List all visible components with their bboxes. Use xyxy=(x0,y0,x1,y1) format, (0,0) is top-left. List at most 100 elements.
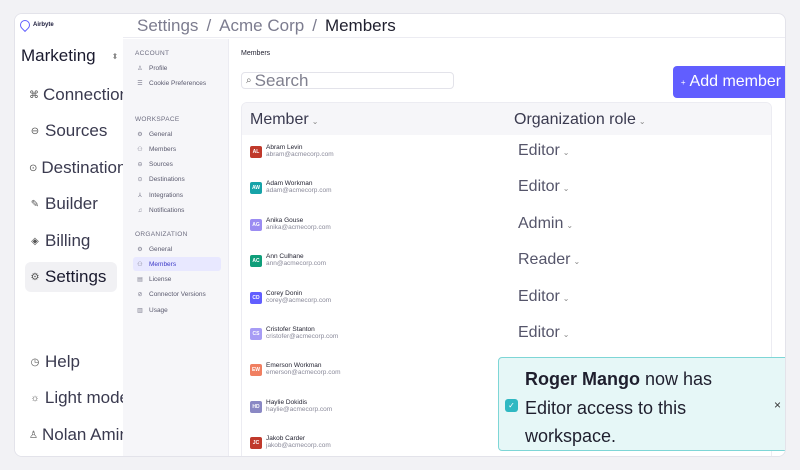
role-dropdown[interactable]: Reader⌄ xyxy=(518,251,580,269)
column-role-label: Organization role xyxy=(514,111,636,128)
role-dropdown[interactable]: Admin ⌄ xyxy=(518,215,573,233)
add-member-label: Add member xyxy=(689,73,782,90)
settings-item-license[interactable]: ▤ License xyxy=(133,273,221,287)
settings-section-heading: ORGANIZATION xyxy=(135,231,188,238)
table-row: CD Corey Donin corey@acmecorp.com Editor ⌄ xyxy=(242,281,771,318)
gear-icon: ⚙ xyxy=(137,246,143,253)
role-label: Editor xyxy=(518,178,560,196)
role-dropdown[interactable]: Editor ⌄ xyxy=(518,142,570,160)
settings-item-notifications[interactable]: ♫ Notifications xyxy=(133,204,221,218)
breadcrumb-org[interactable]: Acme Corp xyxy=(219,16,304,36)
table-row: AC Ann Culhane ann@acmecorp.com Reader ⌄ xyxy=(242,244,771,281)
settings-section-heading: WORKSPACE xyxy=(135,116,180,123)
role-label: Editor xyxy=(518,324,560,341)
add-member-button[interactable]: + Add member xyxy=(673,66,785,98)
sidebar-item-sources[interactable]: ⊖ Sources xyxy=(25,116,117,146)
settings-item-profile[interactable]: ♙ Profile xyxy=(133,61,221,75)
role-dropdown[interactable]: Editor ⌄ xyxy=(518,288,570,306)
role-label: Editor xyxy=(518,287,560,305)
sun-icon: ☼ xyxy=(30,392,40,404)
chevron-down-icon: ⌄ xyxy=(566,220,574,230)
settings-item-label: Destinations xyxy=(149,176,185,184)
airbyte-logo[interactable]: Airbyte xyxy=(17,17,54,33)
search-box[interactable]: ⌕ xyxy=(241,72,454,89)
sidebar-item-settings[interactable]: ⚙ Settings xyxy=(25,262,117,292)
avatar: AL xyxy=(250,146,262,158)
primary-sidebar: Airbyte Marketing ⬍ ⌘ Connections ⊖ Sources ⊙… xyxy=(15,14,148,456)
avatar: CS xyxy=(250,328,262,340)
settings-item-general[interactable]: ⚙ General xyxy=(133,127,221,141)
settings-item-general[interactable]: ⚙ General xyxy=(133,242,221,256)
search-input[interactable] xyxy=(254,73,435,88)
connections-icon: ⌘ xyxy=(29,89,39,101)
settings-item-cookie-preferences[interactable]: ☰ Cookie Preferences xyxy=(133,76,221,90)
license-icon: ▤ xyxy=(137,277,143,284)
settings-item-label: Profile xyxy=(149,64,168,72)
chevron-down-icon: ⌄ xyxy=(562,330,570,339)
settings-item-destinations[interactable]: ⊙ Destinations xyxy=(133,173,221,187)
sidebar-item-connections[interactable]: ⌘ Connections xyxy=(25,80,138,110)
members-icon: ⚇ xyxy=(137,146,143,153)
member-name: Corey Donin xyxy=(266,289,303,297)
logo-text: Airbyte xyxy=(33,22,54,28)
avatar: HD xyxy=(250,400,262,413)
member-name: Cristofer Stanton xyxy=(266,326,315,333)
role-dropdown[interactable]: Editor ⌄ xyxy=(518,324,570,342)
chevron-down-icon: ⌄ xyxy=(562,148,570,157)
member-email: anika@acmecorp.com xyxy=(266,223,331,231)
member-email: adam@acmecorp.com xyxy=(266,187,332,195)
settings-item-integrations[interactable]: ⅄ Integrations xyxy=(133,188,221,202)
close-icon[interactable]: × xyxy=(774,398,781,412)
chevron-down-icon: ⌄ xyxy=(573,257,581,267)
user-icon: ♙ xyxy=(29,429,38,441)
workspace-name: Marketing xyxy=(21,46,96,65)
settings-item-usage[interactable]: ▥ Usage xyxy=(133,303,221,317)
member-name: Adam Workman xyxy=(266,180,313,188)
column-member[interactable]: Member ⌄ xyxy=(250,111,318,129)
table-header: Member ⌄ Organization role ⌄ xyxy=(242,103,771,135)
sources-icon: ⊖ xyxy=(137,162,143,169)
sidebar-bottom-nolan-aminoff[interactable]: ♙ Nolan Aminoff xyxy=(25,420,148,450)
plus-icon: + xyxy=(680,77,686,87)
builder-icon: ✎ xyxy=(30,198,40,210)
billing-icon: ◈ xyxy=(31,235,39,247)
member-email: jakob@acmecorp.com xyxy=(266,442,331,450)
settings-item-members[interactable]: ⚇ Members xyxy=(133,257,221,272)
member-email: ann@acmecorp.com xyxy=(266,260,327,268)
breadcrumb-separator: / xyxy=(206,15,212,35)
app-window: Airbyte Marketing ⬍ ⌘ Connections ⊖ Sources ⊙… xyxy=(14,13,786,457)
logo-icon xyxy=(17,17,33,33)
sidebar-bottom-light-mode[interactable]: ☼ Light mode xyxy=(25,383,129,413)
member-name: Abram Levin xyxy=(266,144,303,151)
settings-item-label: General xyxy=(149,130,173,138)
settings-item-label: License xyxy=(149,276,172,284)
settings-item-label: Members xyxy=(149,145,177,153)
toast-user-name: Roger Mango xyxy=(525,369,640,389)
breadcrumb-settings[interactable]: Settings xyxy=(137,16,198,36)
chevron-down-icon: ⌄ xyxy=(562,184,570,194)
avatar: AC xyxy=(250,255,262,268)
role-label: Editor xyxy=(518,142,560,159)
settings-item-label: Integrations xyxy=(149,191,183,199)
table-row: AG Anika Gouse anika@acmecorp.com Admin ⌄ xyxy=(242,208,771,245)
role-label: Reader xyxy=(518,251,571,269)
sidebar-item-label: Help xyxy=(45,352,80,371)
column-role[interactable]: Organization role ⌄ xyxy=(514,111,646,129)
success-toast: ✓ Roger Mango now has Editor access to t… xyxy=(498,357,785,451)
workspace-selector[interactable]: Marketing ⬍ xyxy=(21,46,118,66)
avatar: EW xyxy=(250,364,262,377)
sidebar-item-label: Light mode xyxy=(44,388,129,407)
sidebar-bottom-help[interactable]: ◷ Help xyxy=(25,347,129,377)
settings-item-sources[interactable]: ⊖ Sources xyxy=(133,158,221,172)
sort-icon: ⌄ xyxy=(638,117,646,126)
sidebar-item-builder[interactable]: ✎ Builder xyxy=(25,189,117,219)
settings-item-connector-versions[interactable]: ⊘ Connector Versions xyxy=(133,288,221,302)
settings-item-label: Members xyxy=(149,260,177,268)
member-name: Ann Culhane xyxy=(266,253,304,261)
settings-item-members[interactable]: ⚇ Members xyxy=(133,142,221,156)
sidebar-item-billing[interactable]: ◈ Billing xyxy=(25,226,117,256)
help-icon: ◷ xyxy=(30,356,40,368)
table-row: AW Adam Workman adam@acmecorp.com Editor ⌄ xyxy=(242,171,771,208)
sidebar-item-destinations[interactable]: ⊙ Destinations xyxy=(25,153,135,183)
role-dropdown[interactable]: Editor ⌄ xyxy=(518,178,570,196)
